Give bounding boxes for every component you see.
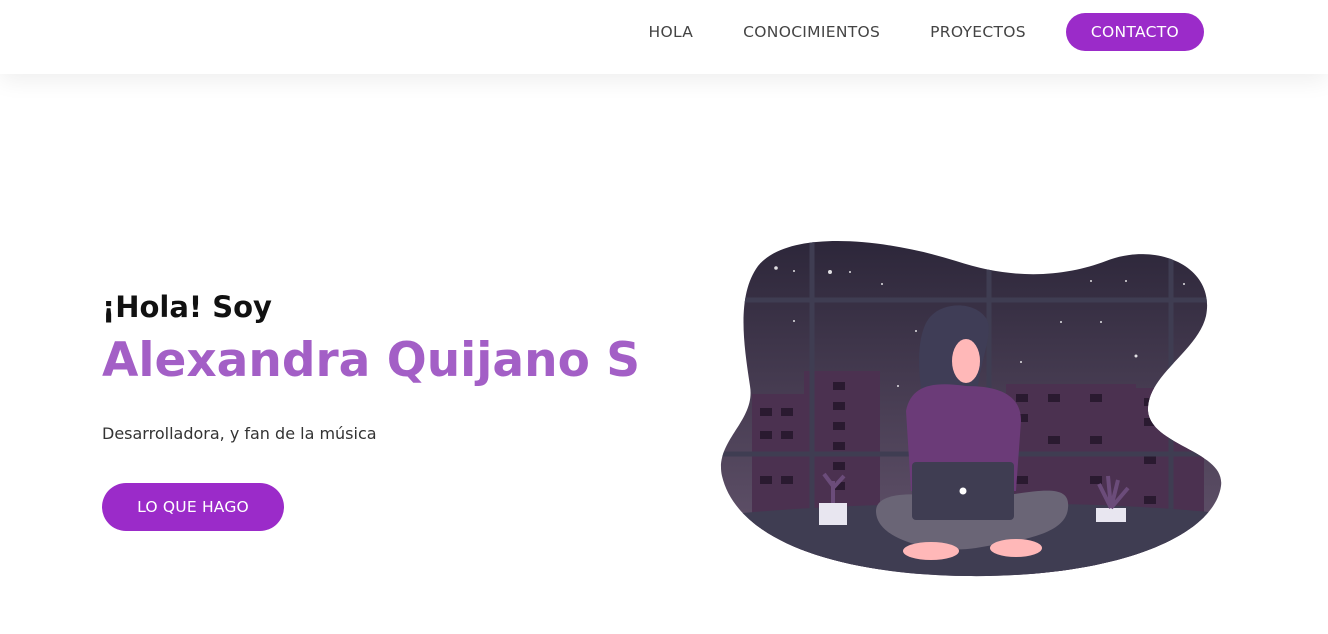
navbar: HOLA CONOCIMIENTOS PROYECTOS CONTACTO — [0, 0, 1328, 74]
nav-links: HOLA CONOCIMIENTOS PROYECTOS CONTACTO — [599, 0, 1204, 64]
what-i-do-button[interactable]: LO QUE HAGO — [102, 483, 284, 531]
nav-link-proyectos[interactable]: PROYECTOS — [930, 23, 1026, 41]
woman-with-laptop-icon — [720, 241, 1222, 577]
contact-button[interactable]: CONTACTO — [1065, 13, 1204, 51]
hero-greeting: ¡Hola! Soy — [102, 290, 272, 324]
hero-tagline: Desarrolladora, y fan de la música — [102, 424, 377, 443]
nav-link-hola[interactable]: HOLA — [649, 23, 694, 41]
hero-name: Alexandra Quijano S — [102, 333, 641, 388]
nav-link-conocimientos[interactable]: CONOCIMIENTOS — [743, 23, 880, 41]
hero-illustration — [716, 236, 1226, 582]
